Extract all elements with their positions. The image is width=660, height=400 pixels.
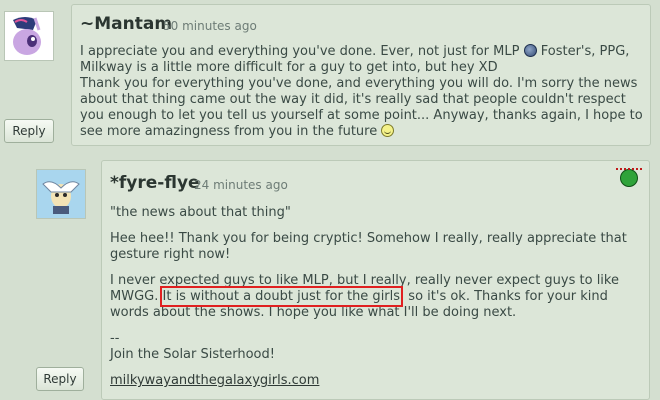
comment-body: I appreciate you and everything you've d… — [80, 44, 645, 140]
comment-quote: "the news about that thing" — [110, 205, 291, 220]
comment-card: ~Mantam 50 minutes ago I appreciate you … — [71, 4, 651, 146]
signature-divider: -- — [110, 331, 120, 346]
comment-text: I appreciate you and everything you've d… — [80, 44, 520, 59]
comment-paragraph: I never expected guys to like MLP, but I… — [110, 273, 635, 321]
comment-text: Thank you for everything you've done, an… — [80, 76, 643, 139]
avatar-fyre-flye[interactable] — [36, 169, 86, 219]
comment-timestamp: 50 minutes ago — [163, 19, 257, 33]
globe-emoticon-icon — [523, 44, 537, 57]
comment-author[interactable]: ~Mantam — [80, 14, 172, 34]
comment-paragraph: Thank you for everything you've done, an… — [80, 76, 645, 140]
comment-paragraph: Hee hee!! Thank you for being cryptic! S… — [110, 231, 627, 262]
deviant-badge-icon — [616, 168, 642, 187]
signature-link[interactable]: milkywayandthegalaxygirls.com — [110, 373, 319, 388]
signature-text: Join the Solar Sisterhood! — [110, 347, 275, 362]
avatar-mantam[interactable] — [4, 11, 54, 61]
comment-timestamp: 24 minutes ago — [194, 178, 288, 192]
highlighted-text: It is without a doubt just for the girls — [159, 286, 404, 307]
reply-button[interactable]: Reply — [4, 119, 54, 143]
reply-button[interactable]: Reply — [36, 367, 84, 391]
comment-body: "the news about that thing" Hee hee!! Th… — [110, 205, 635, 389]
comment-card: *fyre-flye 24 minutes ago "the news abou… — [101, 160, 650, 400]
smile-emoticon-icon — [381, 124, 395, 137]
comment-paragraph: I appreciate you and everything you've d… — [80, 44, 645, 76]
character-avatar-icon — [37, 170, 85, 218]
pony-avatar-icon — [5, 12, 53, 60]
comment-author[interactable]: *fyre-flye — [110, 173, 200, 193]
